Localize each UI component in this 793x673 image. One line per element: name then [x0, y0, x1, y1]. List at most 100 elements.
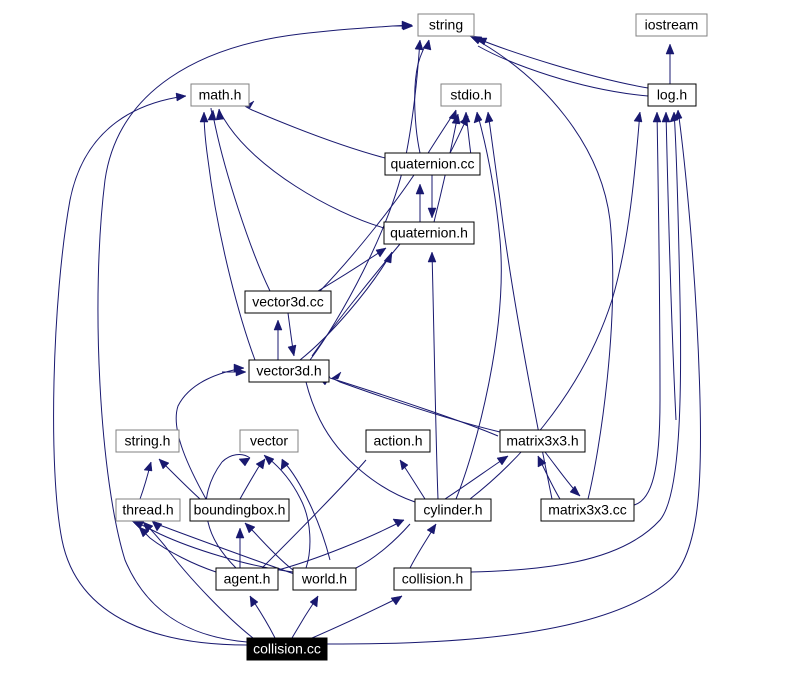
- edge-collision-cc-to-math-h: [53, 95, 248, 646]
- edge-extra-vector-fan: [283, 461, 331, 561]
- node-label-matrix3x3_cc: matrix3x3.cc: [548, 502, 627, 518]
- edge-quaternion-cc-to-string: [414, 39, 430, 154]
- node-label-quaternion_cc: quaternion.cc: [390, 156, 474, 172]
- node-label-string_h: string.h: [125, 433, 171, 449]
- arrowhead: [496, 455, 509, 466]
- arrowhead: [652, 111, 662, 123]
- arrowhead: [309, 595, 319, 608]
- edge-agent-h-to-cylinder-h: [277, 519, 405, 571]
- arrowhead: [375, 247, 387, 258]
- arrowhead: [633, 111, 643, 123]
- node-label-matrix3x3_h: matrix3x3.h: [506, 433, 578, 449]
- edge-extra-log-fan-1: [665, 111, 677, 421]
- arrowhead: [422, 39, 432, 51]
- arrowhead: [287, 344, 297, 357]
- node-label-collision_cc: collision.cc: [253, 641, 321, 657]
- edge-layer: [53, 20, 702, 646]
- arrowhead: [392, 518, 405, 528]
- node-label-string: string: [429, 17, 463, 33]
- node-math_h[interactable]: math.h: [190, 83, 250, 107]
- node-label-action_h: action.h: [373, 433, 422, 449]
- node-label-vector: vector: [250, 433, 288, 449]
- arrowhead: [280, 458, 290, 471]
- arrowhead: [427, 251, 437, 263]
- arrowhead: [399, 459, 409, 471]
- arrowhead: [427, 207, 437, 219]
- edge-log-h-to-string: [475, 37, 649, 89]
- arrowhead: [273, 319, 283, 331]
- node-collision_cc[interactable]: collision.cc: [246, 637, 328, 661]
- edge-collision-cc-to-log-h: [326, 109, 702, 645]
- edge-log-h-to-stdio-h-via-string: [477, 45, 649, 97]
- edge-boundingbox-h-to-vector3d-h: [175, 367, 245, 500]
- node-matrix3x3_h[interactable]: matrix3x3.h: [499, 429, 586, 453]
- node-quaternion_h[interactable]: quaternion.h: [383, 221, 475, 245]
- node-label-vector3d_h: vector3d.h: [256, 363, 321, 379]
- arrowhead: [461, 111, 471, 123]
- node-label-vector3d_cc: vector3d.cc: [252, 294, 324, 310]
- edge-cylinder-h-to-quaternion-h: [431, 251, 439, 500]
- arrowhead: [175, 92, 187, 102]
- node-label-cylinder_h: cylinder.h: [423, 502, 482, 518]
- node-vector3d_h[interactable]: vector3d.h: [248, 359, 330, 383]
- node-label-boundingbox_h: boundingbox.h: [194, 502, 286, 518]
- node-label-iostream: iostream: [645, 17, 699, 33]
- node-label-quaternion_h: quaternion.h: [390, 225, 468, 241]
- arrowhead: [215, 108, 225, 121]
- node-cylinder_h[interactable]: cylinder.h: [414, 498, 492, 522]
- arrowhead: [415, 183, 425, 195]
- edge-vector3d-cc-to-quaternion-h: [317, 247, 387, 292]
- arrowhead: [569, 485, 581, 497]
- arrowhead: [665, 43, 675, 55]
- arrowhead: [473, 111, 483, 124]
- arrowhead: [238, 457, 251, 467]
- node-world_h[interactable]: world.h: [292, 567, 357, 591]
- edge-vector3d-cc-to-math-h: [210, 107, 271, 292]
- node-label-math_h: math.h: [199, 87, 242, 103]
- node-action_h[interactable]: action.h: [365, 429, 431, 453]
- node-label-stdio_h: stdio.h: [450, 87, 491, 103]
- arrowhead: [414, 39, 424, 51]
- arrowhead: [207, 109, 217, 121]
- node-matrix3x3_cc[interactable]: matrix3x3.cc: [540, 498, 635, 522]
- node-label-thread_h: thread.h: [122, 502, 173, 518]
- node-agent_h[interactable]: agent.h: [215, 567, 279, 591]
- node-layer: string iostream math.h stdio.h log.h quaterni…: [115, 13, 708, 661]
- node-quaternion_cc[interactable]: quaternion.cc: [384, 152, 481, 176]
- arrowhead: [235, 527, 245, 539]
- edge-agent-h-to-thread-h: [138, 526, 217, 573]
- graph-canvas: string iostream math.h stdio.h log.h quaterni…: [53, 13, 708, 661]
- arrowhead: [143, 461, 153, 472]
- node-vector3d_cc[interactable]: vector3d.cc: [244, 290, 332, 314]
- arrowhead: [263, 454, 275, 466]
- node-log_h[interactable]: log.h: [647, 83, 697, 107]
- node-string_h[interactable]: string.h: [115, 429, 180, 453]
- node-string[interactable]: string: [417, 13, 475, 37]
- arrowhead: [390, 595, 403, 606]
- arrowhead: [255, 458, 266, 470]
- arrowhead: [151, 520, 163, 532]
- edge-cylinder-h-to-matrix3x3-h: [444, 455, 509, 500]
- node-label-collision_h: collision.h: [402, 571, 463, 587]
- node-iostream[interactable]: iostream: [635, 13, 708, 37]
- edge-vector3d-cc-to-stdio-h: [319, 109, 457, 292]
- node-stdio_h[interactable]: stdio.h: [440, 83, 502, 107]
- node-label-log_h: log.h: [657, 87, 687, 103]
- include-dependency-graph: string iostream math.h stdio.h log.h quaterni…: [0, 0, 793, 673]
- arrowhead: [484, 111, 494, 124]
- arrowhead: [426, 523, 437, 535]
- node-thread_h[interactable]: thread.h: [115, 498, 181, 522]
- node-vector[interactable]: vector: [239, 429, 299, 453]
- node-label-agent_h: agent.h: [224, 571, 271, 587]
- edge-quaternion-h-to-math-h: [218, 108, 385, 229]
- edge-quaternion-cc-to-math-h: [244, 105, 386, 159]
- node-label-world_h: world.h: [301, 571, 347, 587]
- edge-collision-cc-to-collision-h: [311, 595, 403, 639]
- node-collision_h[interactable]: collision.h: [393, 567, 472, 591]
- arrowhead: [249, 595, 259, 608]
- arrowhead: [331, 371, 342, 380]
- node-boundingbox_h[interactable]: boundingbox.h: [189, 498, 290, 522]
- edge-collision-cc-to-string: [97, 24, 413, 643]
- edge-matrix3x3-cc-to-log-h: [633, 111, 661, 506]
- arrowhead: [199, 111, 209, 123]
